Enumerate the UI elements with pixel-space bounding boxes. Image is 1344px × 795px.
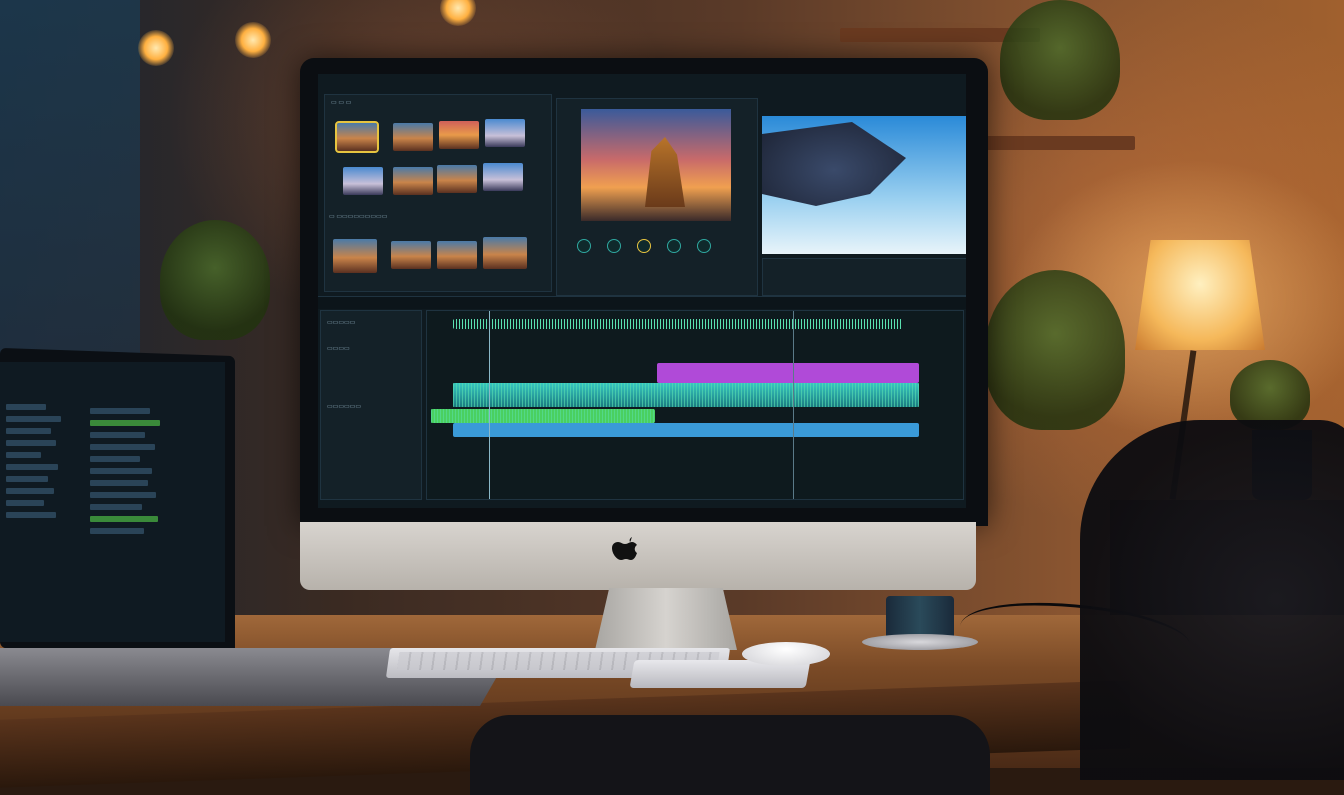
chair-back [470,715,990,795]
transport-controls [577,239,711,253]
forward-icon[interactable] [667,239,681,253]
media-thumbnail[interactable] [343,167,383,195]
plant [1000,0,1120,120]
plant [160,220,270,340]
mouse[interactable] [742,642,830,666]
imac-chin [300,522,976,590]
media-thumbnail[interactable] [437,165,477,193]
media-thumbnail[interactable] [439,121,479,149]
media-bin-panel: ▭ ▭ ▭ ▭ ▭▭▭▭▭▭▭▭▭ [324,94,552,292]
preview-image [581,109,731,221]
media-thumbnail[interactable] [393,123,433,151]
video-purple[interactable] [657,363,919,383]
pendant-bulb [235,22,271,58]
audio-waveform-top[interactable] [453,319,903,329]
source-preview-panel [556,98,758,296]
program-preview [762,116,966,254]
prev-icon[interactable] [577,239,591,253]
audio-green[interactable] [431,409,655,423]
media-thumbnail[interactable] [437,241,477,269]
media-thumbnail[interactable] [483,163,523,191]
wall-shelf [985,136,1135,150]
media-thumbnail[interactable] [335,121,379,153]
media-thumbnail[interactable] [333,239,377,273]
timeline-area[interactable] [426,310,964,500]
timeline-toolbar [318,296,966,309]
play-icon[interactable] [637,239,651,253]
apple-logo-icon [612,536,638,575]
laptop-file-browser [0,362,225,642]
media-thumbnail[interactable] [483,237,527,269]
chair [1080,420,1344,780]
media-thumbnail[interactable] [391,241,431,269]
imac-stand [595,588,737,650]
marker-line [793,311,794,499]
playhead[interactable] [489,311,490,499]
program-controls [762,258,966,296]
track-headers: ▭▭▭▭▭ ▭▭▭▭ ▭▭▭▭▭▭ [320,310,422,500]
video-editor-screen: ▭ ▭ ▭ ▭ ▭▭▭▭▭▭▭▭▭ ▭▭▭▭▭ ▭▭▭▭ ▭▭▭▭▭▭ [318,74,966,508]
media-thumbnail[interactable] [485,119,525,147]
table-lamp-shade [1135,240,1265,350]
media-thumbnail[interactable] [393,167,433,195]
window [0,0,140,360]
rewind-icon[interactable] [607,239,621,253]
plant [985,270,1125,430]
pendant-bulb [138,30,174,66]
video-blue[interactable] [453,423,919,437]
next-icon[interactable] [697,239,711,253]
audio-waveform-teal[interactable] [453,383,919,407]
